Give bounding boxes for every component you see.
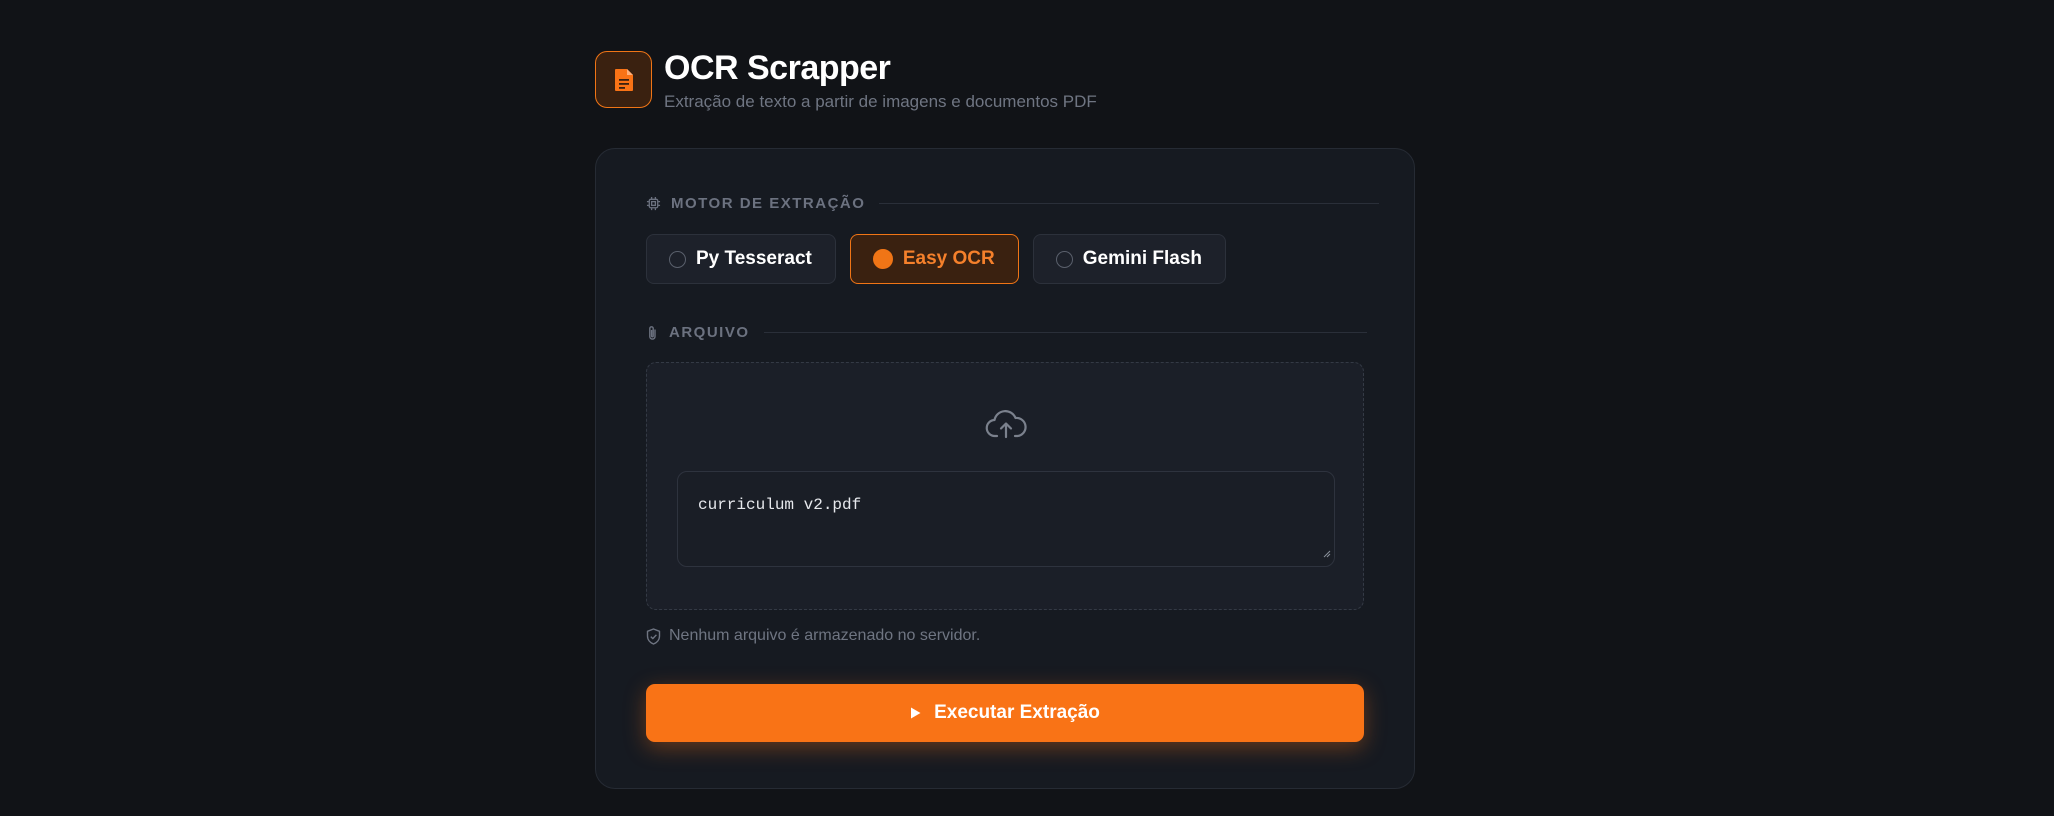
cpu-icon [646, 196, 661, 211]
engine-option-gemini-flash[interactable]: Gemini Flash [1032, 234, 1227, 284]
resize-handle-icon[interactable] [1322, 545, 1331, 563]
engine-option-easy-ocr[interactable]: Easy OCR [849, 234, 1019, 284]
app-header: OCR Scrapper Extração de texto a partir … [595, 49, 1097, 112]
page-subtitle: Extração de texto a partir de imagens e … [664, 92, 1097, 111]
extraction-card: MOTOR DE EXTRAÇÃO Py Tesseract Easy OCR … [595, 148, 1415, 789]
file-name-value: curriculum v2.pdf [698, 496, 862, 514]
cloud-upload-icon [985, 408, 1027, 445]
engine-section-label: MOTOR DE EXTRAÇÃO [646, 195, 1380, 212]
engine-option-label: Easy OCR [902, 248, 995, 269]
file-section-label: ARQUIVO [646, 324, 1367, 341]
storage-notice-text: Nenhum arquivo é armazenado no servidor. [669, 627, 981, 644]
run-extraction-button[interactable]: Executar Extração [646, 684, 1364, 742]
file-section-title: ARQUIVO [669, 324, 750, 341]
engine-option-py-tesseract[interactable]: Py Tesseract [646, 234, 836, 284]
play-icon [910, 707, 921, 719]
engine-option-label: Py Tesseract [696, 248, 812, 269]
radio-selected-icon[interactable] [872, 249, 893, 269]
radio-icon[interactable] [1055, 250, 1073, 268]
engine-options: Py Tesseract Easy OCR Gemini Flash [646, 234, 1240, 284]
file-dropzone[interactable]: curriculum v2.pdf [646, 362, 1364, 610]
engine-option-label: Gemini Flash [1082, 248, 1203, 269]
shield-check-icon [646, 627, 661, 645]
page-title: OCR Scrapper [664, 49, 891, 87]
radio-icon[interactable] [669, 250, 686, 268]
divider [879, 203, 1380, 204]
document-icon [595, 51, 652, 108]
file-name-textarea[interactable]: curriculum v2.pdf [677, 471, 1335, 567]
engine-section-title: MOTOR DE EXTRAÇÃO [671, 195, 866, 212]
divider [763, 332, 1367, 333]
paperclip-icon [646, 325, 659, 341]
storage-notice: Nenhum arquivo é armazenado no servidor. [646, 627, 980, 645]
run-extraction-label: Executar Extração [934, 702, 1100, 723]
